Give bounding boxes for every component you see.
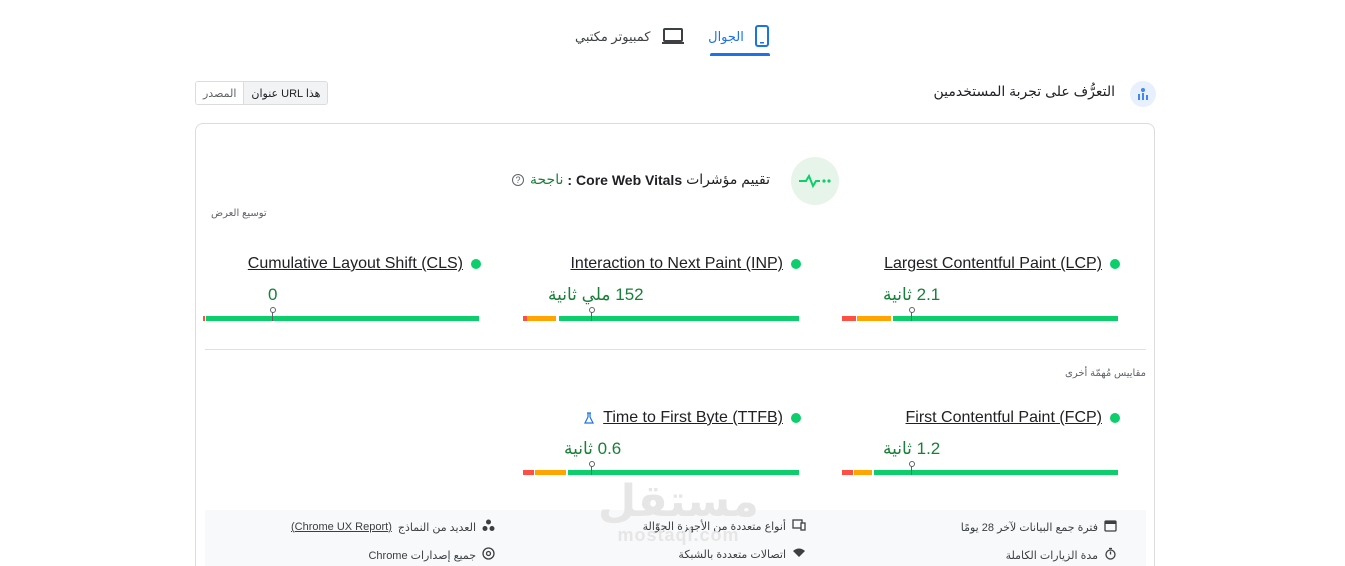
value-marker <box>270 307 276 321</box>
cwv-status: ناجحة <box>530 171 564 187</box>
status-dot <box>791 259 801 269</box>
status-dot <box>1110 413 1120 423</box>
origin-option[interactable]: المصدر <box>196 82 245 104</box>
status-dot <box>1110 259 1120 269</box>
distribution-bar <box>523 307 799 321</box>
watermark: مستقل mostaql.com <box>598 477 759 545</box>
metric-fcp: First Contentful Paint (FCP) 1.2 ثانية <box>842 409 1120 479</box>
metric-fcp-value: 1.2 ثانية <box>883 439 941 458</box>
metric-cls-value: 0 <box>268 285 278 304</box>
tab-mobile[interactable]: الجوال <box>708 18 770 56</box>
value-marker <box>909 461 915 475</box>
collection-period: فترة جمع البيانات لآخر 28 يومًا <box>961 519 1117 535</box>
url-origin-toggle[interactable]: المصدر عنوان URL هذا <box>195 81 329 105</box>
metric-cls-name[interactable]: Cumulative Layout Shift (CLS) <box>248 255 481 273</box>
cwv-name: Core Web Vitals <box>576 171 683 188</box>
chrome-icon <box>482 547 495 563</box>
collection-period-text: فترة جمع البيانات لآخر 28 يومًا <box>960 521 1098 534</box>
distribution-bar <box>842 461 1118 475</box>
value-marker <box>589 461 595 475</box>
chrome-ux-report-link[interactable]: (Chrome UX Report) <box>291 521 392 533</box>
chrome-versions-text: جميع إصدارات Chrome <box>368 549 476 562</box>
expand-view-link[interactable]: توسيع العرض <box>211 208 267 219</box>
tab-desktop-label: كمبيوتر مكتبي <box>575 29 651 44</box>
section-title: التعرُّف على تجربة المستخدمين <box>933 83 1116 99</box>
metric-fcp-name[interactable]: First Contentful Paint (FCP) <box>906 409 1120 427</box>
metric-ttfb-label[interactable]: Time to First Byte (TTFB) <box>603 409 783 427</box>
metric-inp: Interaction to Next Paint (INP) 152 ملي … <box>523 255 801 325</box>
metric-ttfb-value: 0.6 ثانية <box>564 439 622 458</box>
metric-lcp-value: 2.1 ثانية <box>883 285 941 304</box>
this-url-option[interactable]: عنوان URL هذا <box>244 82 328 104</box>
metric-cls-label[interactable]: Cumulative Layout Shift (CLS) <box>248 255 463 273</box>
metric-inp-value: 152 ملي ثانية <box>548 285 644 304</box>
metric-ttfb-name[interactable]: Time to First Byte (TTFB) <box>583 409 801 427</box>
pulse-icon <box>791 157 839 205</box>
tab-mobile-label: الجوال <box>708 29 744 44</box>
chrome-versions: جميع إصدارات Chrome <box>368 547 495 563</box>
cwv-prefix: تقييم مؤشرات <box>686 171 770 187</box>
cwv-assessment: تقييم مؤشرات Core Web Vitals: ناجحة ? <box>512 171 770 188</box>
metric-lcp-name[interactable]: Largest Contentful Paint (LCP) <box>884 255 1120 273</box>
status-dot <box>471 259 481 269</box>
value-marker <box>589 307 595 321</box>
metric-cls: Cumulative Layout Shift (CLS) 0 <box>203 255 481 325</box>
full-visits-text: مدة الزيارات الكاملة <box>1005 549 1098 562</box>
cwv-colon: : <box>567 171 573 188</box>
other-metrics-label: مقاييس مُهمّة أخرى <box>1065 368 1146 379</box>
distribution-bar <box>842 307 1118 321</box>
metric-inp-name[interactable]: Interaction to Next Paint (INP) <box>570 255 801 273</box>
flask-icon <box>583 412 595 424</box>
status-dot <box>791 413 801 423</box>
metric-inp-label[interactable]: Interaction to Next Paint (INP) <box>570 255 783 273</box>
laptop-icon <box>661 27 685 48</box>
samples-text: العديد من النماذج <box>397 521 476 534</box>
metric-lcp: Largest Contentful Paint (LCP) 2.1 ثانية <box>842 255 1120 325</box>
value-marker <box>909 307 915 321</box>
metric-fcp-label[interactable]: First Contentful Paint (FCP) <box>906 409 1103 427</box>
timer-icon <box>1104 547 1117 563</box>
devices-icon <box>792 519 806 534</box>
distribution-bar <box>523 461 799 475</box>
watermark-latin: mostaql.com <box>617 525 740 545</box>
tab-desktop[interactable]: كمبيوتر مكتبي <box>575 18 685 56</box>
watermark-arabic: مستقل <box>598 477 759 526</box>
smartphone-icon <box>754 24 770 50</box>
samples: العديد من النماذج (Chrome UX Report) <box>291 519 495 535</box>
metric-ttfb: Time to First Byte (TTFB) 0.6 ثانية <box>523 409 801 479</box>
wifi-icon <box>792 547 806 561</box>
connections-text: اتصالات متعددة بالشبكة <box>678 548 786 561</box>
calendar-icon <box>1104 519 1117 535</box>
samples-icon <box>482 519 495 535</box>
help-icon[interactable]: ? <box>512 173 524 186</box>
full-visits: مدة الزيارات الكاملة <box>1006 547 1117 563</box>
connections: اتصالات متعددة بالشبكة <box>678 547 806 561</box>
distribution-bar <box>203 307 479 321</box>
users-experience-icon <box>1130 81 1156 107</box>
divider <box>205 349 1146 350</box>
metric-lcp-label[interactable]: Largest Contentful Paint (LCP) <box>884 255 1102 273</box>
